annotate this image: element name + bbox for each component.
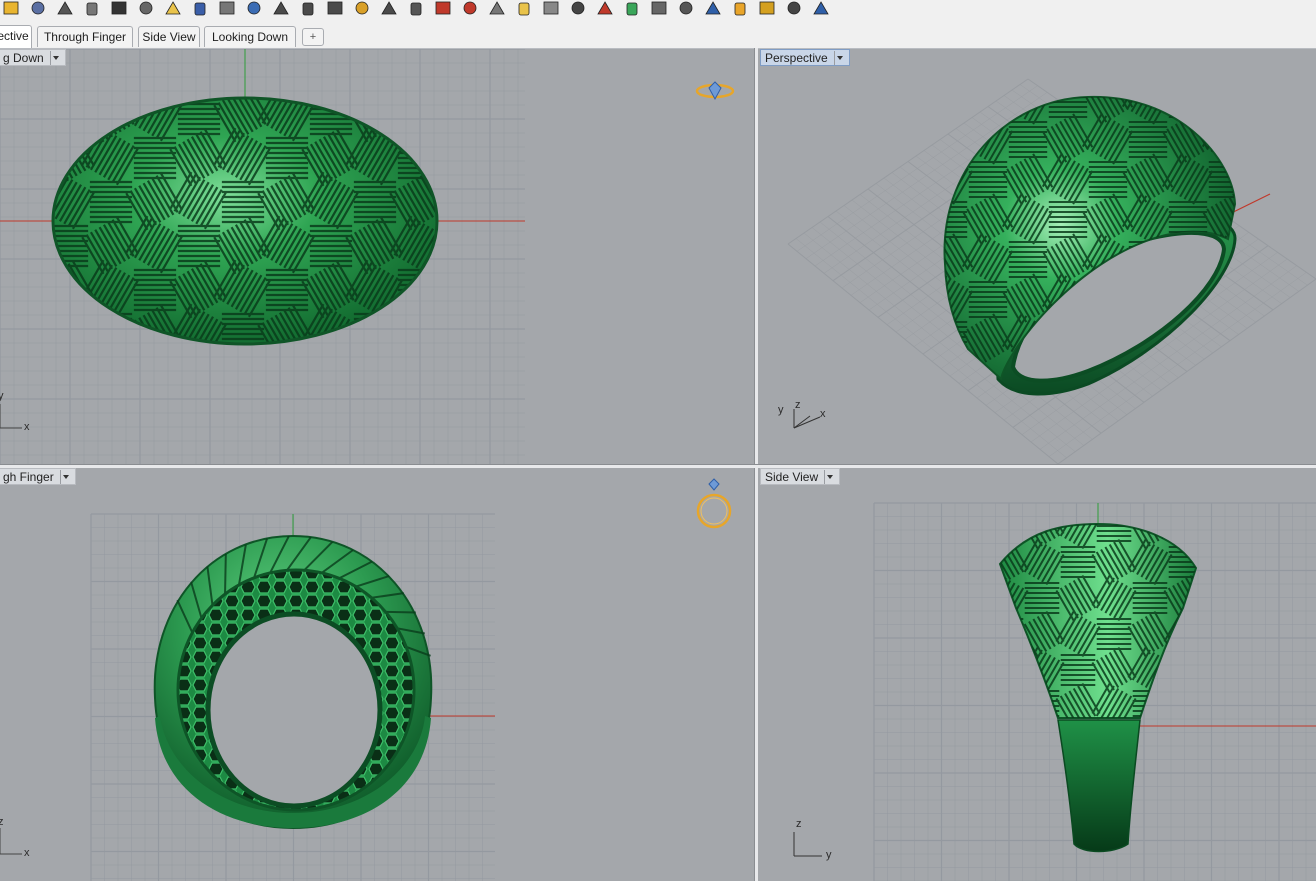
- viewport-label-looking-down[interactable]: g Down: [0, 49, 66, 66]
- axis-label-z: z: [796, 818, 802, 830]
- open-file-icon[interactable]: [0, 0, 22, 17]
- print-icon[interactable]: [54, 0, 76, 17]
- viewport-perspective[interactable]: Perspective x y z: [758, 49, 1316, 464]
- pan-icon[interactable]: [216, 0, 238, 17]
- new-document-icon[interactable]: [81, 0, 103, 17]
- viewport-side-view[interactable]: Side View y z: [758, 468, 1316, 881]
- viewport-through-finger[interactable]: gh Finger x z: [0, 468, 754, 881]
- axis-label-y: y: [778, 404, 784, 416]
- ring-finger-icon: [696, 478, 732, 529]
- lock-icon[interactable]: [513, 0, 535, 17]
- perspective-scene: [787, 78, 1316, 464]
- cut-icon[interactable]: [108, 0, 130, 17]
- chevron-down-icon[interactable]: [824, 469, 835, 484]
- axis-label-y: y: [0, 390, 4, 402]
- viewport-label-perspective[interactable]: Perspective: [760, 49, 850, 66]
- save-icon[interactable]: [27, 0, 49, 17]
- viewport-splitter-horizontal[interactable]: [0, 464, 1316, 468]
- viewport-tab-bar: ective Through Finger Side View Looking …: [0, 20, 1316, 49]
- materials-icon[interactable]: [594, 0, 616, 17]
- viewport-label-side-view[interactable]: Side View: [760, 468, 841, 485]
- zoom-icon[interactable]: [270, 0, 292, 17]
- chevron-down-icon[interactable]: [59, 469, 71, 484]
- add-tab-button[interactable]: +: [302, 28, 324, 46]
- undo-icon[interactable]: [189, 0, 211, 17]
- light-icon[interactable]: [540, 0, 562, 17]
- car-icon[interactable]: [432, 0, 454, 17]
- looking-down-scene: [0, 49, 525, 464]
- main-toolbar: [0, 0, 1316, 20]
- zoom-target-icon[interactable]: [378, 0, 400, 17]
- four-viewports-icon[interactable]: [405, 0, 427, 17]
- help-icon[interactable]: [810, 0, 832, 17]
- axis-label-x: x: [24, 421, 30, 433]
- zoom-window-icon[interactable]: [297, 0, 319, 17]
- tab-through-finger[interactable]: Through Finger: [37, 26, 133, 47]
- tab-side-view[interactable]: Side View: [138, 26, 200, 47]
- zoom-extents-icon[interactable]: [324, 0, 346, 17]
- sphere-icon[interactable]: [648, 0, 670, 17]
- viewport-looking-down[interactable]: g Down x y: [0, 49, 754, 464]
- copy-icon[interactable]: [135, 0, 157, 17]
- viewport-label-through-finger[interactable]: gh Finger: [0, 468, 76, 485]
- undo-view-icon[interactable]: [486, 0, 508, 17]
- ring-gem-icon: [695, 81, 735, 101]
- axis-label-z: z: [795, 399, 801, 411]
- chevron-down-icon[interactable]: [833, 50, 845, 65]
- render-icon[interactable]: [567, 0, 589, 17]
- set-cplane-icon[interactable]: [459, 0, 481, 17]
- blue-sphere-icon[interactable]: [702, 0, 724, 17]
- rotate-view-icon[interactable]: [243, 0, 265, 17]
- color-wheel-icon[interactable]: [621, 0, 643, 17]
- tab-looking-down[interactable]: Looking Down: [204, 26, 296, 47]
- wand-icon[interactable]: [729, 0, 751, 17]
- axis-label-z: z: [0, 816, 4, 828]
- paste-icon[interactable]: [162, 0, 184, 17]
- gear-icon[interactable]: [756, 0, 778, 17]
- side-view-scene: [793, 502, 1316, 881]
- dimension-icon[interactable]: [783, 0, 805, 17]
- chevron-down-icon[interactable]: [49, 50, 61, 65]
- zoom-selected-icon[interactable]: [351, 0, 373, 17]
- tab-perspective[interactable]: ective: [0, 25, 32, 48]
- sphere-shaded-icon[interactable]: [675, 0, 697, 17]
- axis-label-x: x: [24, 847, 30, 859]
- finger-hole: [205, 611, 383, 809]
- ring-shank: [1057, 719, 1141, 853]
- axis-label-y: y: [826, 849, 832, 861]
- axis-label-x: x: [820, 408, 826, 420]
- through-finger-scene: [0, 513, 495, 881]
